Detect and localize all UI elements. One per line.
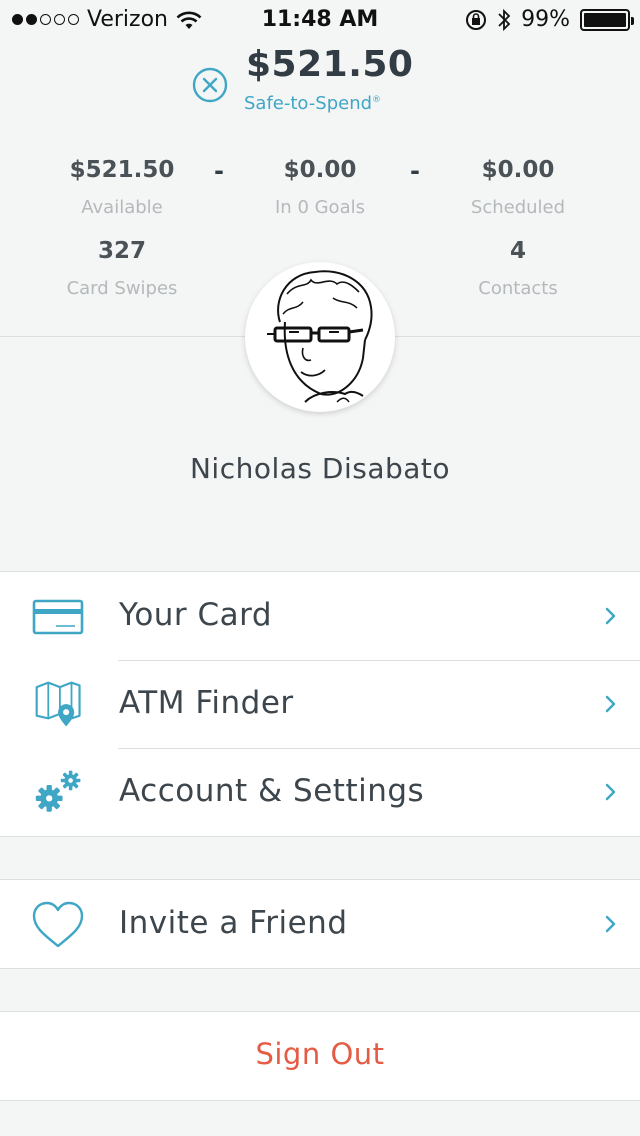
menu-item-label: Account & Settings	[119, 773, 425, 809]
chevron-right-icon	[605, 695, 616, 713]
stat-scheduled-label: Scheduled	[470, 197, 566, 218]
stat-goals: $0.00 In 0 Goals	[220, 157, 420, 218]
close-icon[interactable]	[192, 67, 228, 103]
menu-item-account-settings[interactable]: Account & Settings	[0, 748, 640, 836]
user-name: Nicholas Disabato	[189, 452, 451, 485]
stat-contacts: 4 Contacts	[418, 238, 618, 299]
orientation-lock-icon	[466, 9, 487, 30]
stat-available-value: $521.50	[69, 157, 175, 183]
stat-card-swipes-value: 327	[97, 238, 146, 264]
battery-percent: 99%	[521, 7, 570, 32]
stat-scheduled-value: $0.00	[481, 157, 555, 183]
bluetooth-icon	[498, 8, 511, 31]
map-pin-icon	[35, 681, 81, 727]
menu-item-label: Invite a Friend	[119, 905, 348, 941]
stat-goals-label: In 0 Goals	[275, 197, 365, 218]
heart-icon	[32, 901, 84, 948]
stat-card-swipes: 327 Card Swipes	[22, 238, 222, 299]
safe-to-spend-amount: $521.50	[246, 44, 414, 85]
registered-mark: ®	[372, 95, 382, 105]
credit-card-icon	[32, 599, 84, 635]
safe-to-spend-label: Safe-to-Spend®	[244, 93, 381, 114]
stat-goals-value: $0.00	[283, 157, 357, 183]
stat-card-swipes-label: Card Swipes	[66, 278, 178, 299]
stat-available: $521.50 Available	[22, 157, 222, 218]
sign-out-button[interactable]: Sign Out	[0, 1037, 640, 1071]
battery-fill	[584, 12, 626, 27]
menu-item-invite-friend[interactable]: Invite a Friend	[0, 880, 640, 968]
battery-icon	[580, 8, 634, 31]
stat-available-label: Available	[81, 197, 163, 218]
gears-icon	[35, 770, 81, 812]
menu-group-invite: Invite a Friend	[0, 879, 640, 969]
status-right: 99%	[465, 7, 634, 32]
stat-contacts-value: 4	[509, 238, 526, 264]
stat-scheduled: $0.00 Scheduled	[418, 157, 618, 218]
status-bar: Verizon 11:48 AM 99%	[0, 0, 640, 40]
chevron-right-icon	[605, 915, 616, 933]
avatar[interactable]	[245, 262, 395, 412]
chevron-right-icon	[605, 783, 616, 801]
avatar-drawing	[267, 270, 373, 403]
menu-item-label: Your Card	[119, 597, 273, 633]
chevron-right-icon	[605, 607, 616, 625]
menu-group-primary: Your Card ATM Finder Account & Settings	[0, 571, 640, 837]
safe-to-spend-label-text: Safe-to-Spend	[244, 93, 373, 114]
menu-item-atm-finder[interactable]: ATM Finder	[0, 660, 640, 748]
menu-item-label: ATM Finder	[119, 685, 294, 721]
stat-contacts-label: Contacts	[478, 278, 558, 299]
menu-item-your-card[interactable]: Your Card	[0, 572, 640, 660]
sign-out-row[interactable]: Sign Out	[0, 1011, 640, 1101]
